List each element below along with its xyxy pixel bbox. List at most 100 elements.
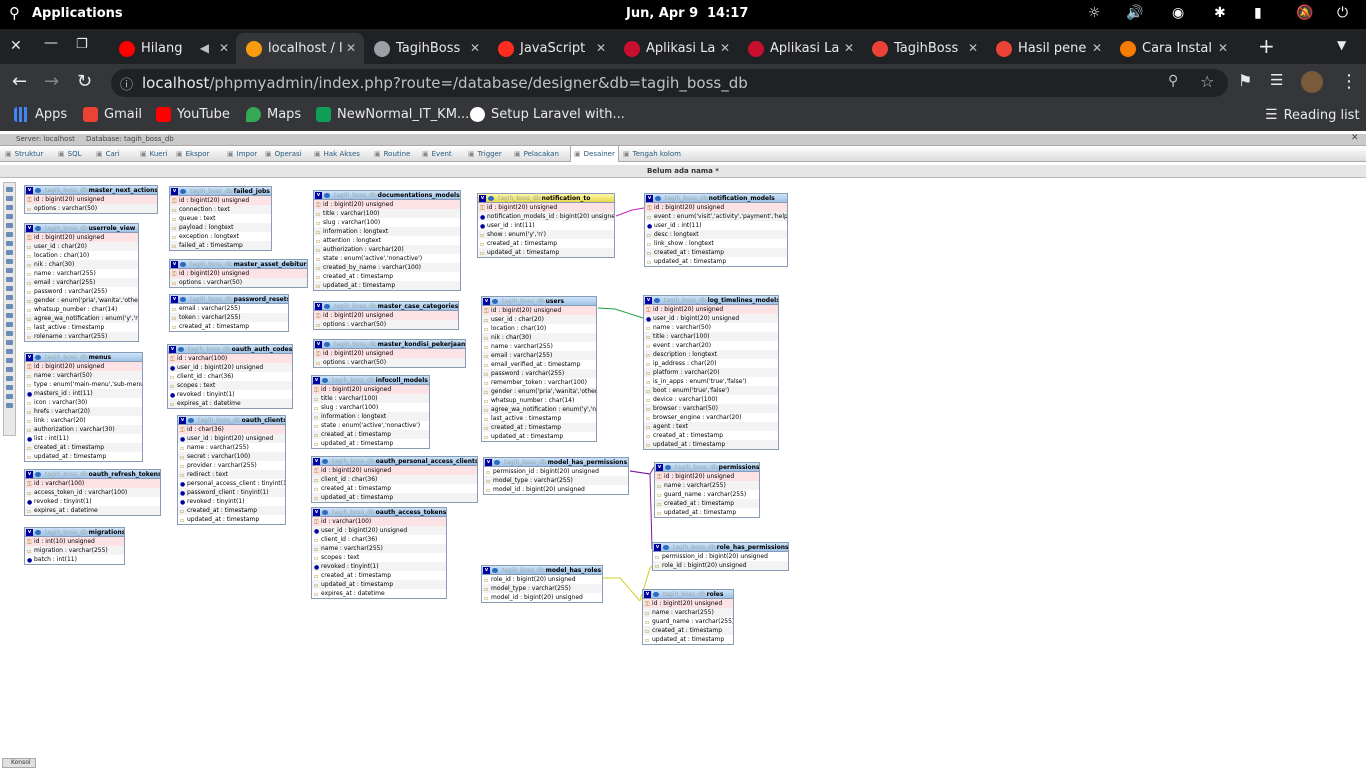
minimize-icon[interactable]: —	[44, 35, 58, 51]
table-oauth-personal-access-clients[interactable]: v tagih_boss_dboauth_personal_access_clie…	[311, 456, 478, 503]
tab-search-icon[interactable]: ▼	[1337, 38, 1346, 52]
notifications-off-icon[interactable]: 🔕	[1296, 5, 1313, 21]
power-icon[interactable]: ⏻	[1337, 5, 1348, 21]
column-row[interactable]: ▫ client_id : char(36)	[312, 535, 446, 544]
column-row[interactable]: ● revoked : tinyint(1)	[25, 497, 160, 506]
column-row[interactable]: ● user_id : bigint(20) unsigned	[644, 314, 778, 323]
clock-time[interactable]: 14:17	[707, 6, 748, 21]
toggle-icon[interactable]: v	[315, 341, 322, 348]
column-row[interactable]: ▫ updated_at : timestamp	[645, 257, 787, 266]
search-icon[interactable]: ⚲	[9, 4, 20, 22]
column-row[interactable]: ▫ updated_at : timestamp	[178, 515, 285, 524]
column-row[interactable]: ▫ gender : enum('pria','wanita','other')	[482, 387, 596, 396]
column-row[interactable]: ● revoked : tinyint(1)	[178, 497, 285, 506]
relation-line[interactable]	[629, 466, 655, 475]
column-row[interactable]: ▫ created_at : timestamp	[178, 506, 285, 515]
column-row[interactable]: ▫ password : varchar(255)	[25, 287, 138, 296]
column-row[interactable]: ▫ model_id : bigint(20) unsigned	[484, 485, 628, 494]
close-tab-icon[interactable]: ✕	[968, 41, 978, 55]
audio-playing-icon[interactable]: ◀	[200, 41, 209, 55]
table-master-case-categories[interactable]: v tagih_boss_dbmaster_case_categories ⚿ id …	[313, 301, 459, 330]
column-row[interactable]: ⚿ id : bigint(20) unsigned	[170, 269, 307, 278]
eye-icon[interactable]	[654, 298, 660, 303]
tab-6[interactable]: TagihBoss ✕	[862, 33, 986, 64]
column-row[interactable]: ▫ nik : char(30)	[25, 260, 138, 269]
column-row[interactable]: ● revoked : tinyint(1)	[168, 390, 292, 399]
column-row[interactable]: ▫ password : varchar(255)	[482, 369, 596, 378]
column-row[interactable]: ▫ updated_at : timestamp	[644, 440, 778, 449]
applications-menu[interactable]: Applications	[32, 6, 123, 21]
table-header[interactable]: v tagih_boss_dbmaster_case_categories	[314, 302, 458, 311]
clock-date[interactable]: Jun, Apr 9	[626, 6, 698, 21]
toggle-icon[interactable]: v	[479, 195, 486, 202]
toggle-icon[interactable]: v	[315, 192, 322, 199]
column-row[interactable]: ⚿ id : varchar(100)	[312, 517, 446, 526]
column-row[interactable]: ▫ remember_token : varchar(100)	[482, 378, 596, 387]
media-control-icon[interactable]: ☰	[1270, 71, 1283, 89]
column-row[interactable]: ▫ attention : longtext	[314, 236, 460, 245]
table-header[interactable]: v tagih_boss_dbmigrations	[25, 528, 124, 537]
bookmark-apps[interactable]: Apps	[14, 107, 67, 122]
column-row[interactable]: ▫ role_id : bigint(20) unsigned	[482, 575, 602, 584]
toggle-icon[interactable]: v	[26, 529, 33, 536]
toggle-icon[interactable]: v	[179, 417, 186, 424]
column-row[interactable]: ▫ email : varchar(255)	[25, 278, 138, 287]
column-row[interactable]: ▫ user_id : char(20)	[25, 242, 138, 251]
column-row[interactable]: ▫ platform : varchar(20)	[644, 368, 778, 377]
night-light-icon[interactable]: ☼	[1088, 5, 1101, 21]
eye-icon[interactable]	[178, 347, 184, 352]
table-documentations-models[interactable]: v tagih_boss_dbdocumentations_models ⚿ id :…	[313, 190, 461, 291]
eye-icon[interactable]	[35, 472, 41, 477]
column-row[interactable]: ⚿ id : bigint(20) unsigned	[644, 305, 778, 314]
close-tab-icon[interactable]: ✕	[596, 41, 606, 55]
column-row[interactable]: ▫ title : varchar(100)	[312, 394, 429, 403]
table-header[interactable]: v tagih_boss_dblog_timelines_models	[644, 296, 778, 305]
column-row[interactable]: ▫ last_active : timestamp	[25, 323, 138, 332]
column-row[interactable]: ● user_id : bigint(20) unsigned	[168, 363, 292, 372]
table-header[interactable]: v tagih_boss_dbfailed_jobs	[170, 187, 271, 196]
site-info-icon[interactable]: ⓘ	[120, 74, 133, 93]
profile-avatar[interactable]	[1301, 71, 1323, 93]
column-row[interactable]: ▫ created_at : timestamp	[312, 484, 477, 493]
table-header[interactable]: v tagih_boss_dbnotification_to	[478, 194, 614, 203]
column-row[interactable]: ▫ authorization : varchar(30)	[25, 425, 142, 434]
table-header[interactable]: v tagih_boss_dbpermissions	[655, 463, 759, 472]
eye-icon[interactable]	[180, 189, 186, 194]
column-row[interactable]: ▫ whatsup_number : char(14)	[25, 305, 138, 314]
table-log-timelines-models[interactable]: v tagih_boss_dblog_timelines_models ⚿ id : …	[643, 295, 779, 450]
column-row[interactable]: ▫ name : varchar(255)	[482, 342, 596, 351]
menu-routine[interactable]: ▣ Routine	[374, 150, 410, 158]
relation-line[interactable]	[615, 207, 645, 217]
column-row[interactable]: ▫ model_type : varchar(255)	[484, 476, 628, 485]
column-row[interactable]: ▫ icon : varchar(30)	[25, 398, 142, 407]
column-row[interactable]: ▫ provider : varchar(255)	[178, 461, 285, 470]
column-row[interactable]: ▫ created_at : timestamp	[312, 430, 429, 439]
breadcrumb-server[interactable]: Server: localhost	[16, 135, 75, 143]
eye-icon[interactable]	[665, 465, 671, 470]
column-row[interactable]: ▫ guard_name : varchar(255)	[655, 490, 759, 499]
table-master-kondisi-pekerjaans[interactable]: v tagih_boss_dbmaster_kondisi_pekerjaans ⚿…	[313, 339, 466, 368]
close-icon[interactable]: ✕	[1351, 133, 1359, 143]
column-row[interactable]: ▫ updated_at : timestamp	[312, 493, 477, 502]
table-header[interactable]: v tagih_boss_dbmaster_next_actions	[25, 186, 157, 195]
column-row[interactable]: ▫ agree_wa_notification : enum('y','n')	[25, 314, 138, 323]
column-row[interactable]: ▫ options : varchar(50)	[25, 204, 157, 213]
table-notification-to[interactable]: v tagih_boss_dbnotification_to ⚿ id : bigin…	[477, 193, 615, 258]
table-permissions[interactable]: v tagih_boss_dbpermissions ⚿ id : bigint(20…	[654, 462, 760, 518]
table-header[interactable]: v tagih_boss_dbmaster_kondisi_pekerjaans	[314, 340, 465, 349]
column-row[interactable]: ▫ updated_at : timestamp	[643, 635, 733, 644]
eye-icon[interactable]	[494, 460, 500, 465]
column-row[interactable]: ▫ name : varchar(255)	[312, 544, 446, 553]
table-header[interactable]: v tagih_boss_dboauth_personal_access_clie…	[312, 457, 477, 466]
column-row[interactable]: ⚿ id : bigint(20) unsigned	[25, 195, 157, 204]
table-oauth-clients[interactable]: v tagih_boss_dboauth_clients ⚿ id : char(36…	[177, 415, 286, 525]
tab-8[interactable]: Cara Instal ✕	[1110, 33, 1236, 64]
column-row[interactable]: ▫ email_verified_at : timestamp	[482, 360, 596, 369]
breadcrumb-db[interactable]: Database: tagih_boss_db	[86, 135, 174, 143]
table-userrole-view[interactable]: v tagih_boss_dbuserrole_view ⚿ id : bigint(…	[24, 223, 139, 342]
column-row[interactable]: ▫ name : varchar(50)	[25, 371, 142, 380]
designer-canvas[interactable]: v tagih_boss_dbmaster_next_actions ⚿ id : b…	[0, 178, 1366, 758]
eye-icon[interactable]	[322, 459, 328, 464]
column-row[interactable]: ⚿ id : bigint(20) unsigned	[170, 196, 271, 205]
column-row[interactable]: ▫ event : varchar(20)	[644, 341, 778, 350]
